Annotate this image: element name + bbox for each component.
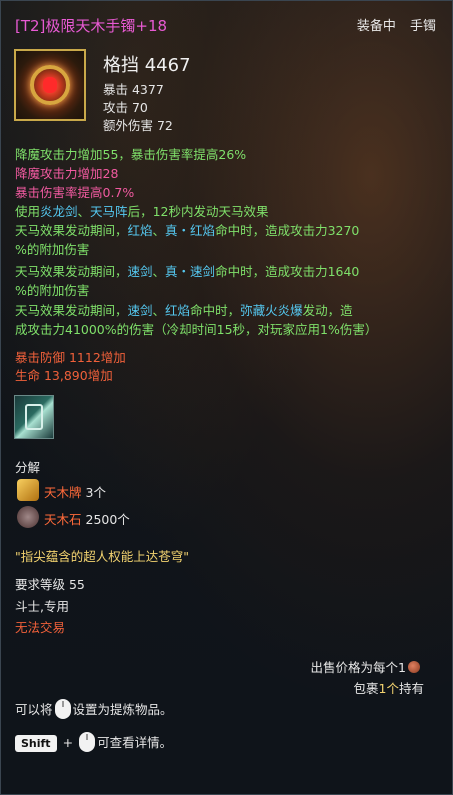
class-requirement: 斗士,专用 (15, 599, 69, 614)
material-1-name[interactable]: 天木牌 (44, 485, 82, 500)
mouse-click-icon (79, 732, 96, 752)
material-1[interactable]: 天木牌 3个 (44, 482, 106, 501)
block-stat: 格挡 4467 (103, 55, 191, 76)
level-requirement: 要求等级 55 (15, 577, 85, 592)
material-2-count: 2500个 (85, 512, 130, 527)
sell-price: 出售价格为每个1 (311, 657, 420, 676)
refine-hint: 可以将 设置为提炼物品。 (15, 699, 173, 719)
bonus-hp: 生命 13,890增加 (15, 368, 113, 383)
material-2-name[interactable]: 天木石 (44, 512, 82, 527)
skill-link-hongyan: 红焰 (127, 223, 153, 238)
bonus-crit-defense: 暴击防御 1112增加 (15, 350, 126, 365)
set-effect-3: 天马效果发动期间，速剑、红焰命中时，弥藏火炎爆发动，造 (15, 303, 353, 318)
bracelet-gem-icon (43, 77, 57, 93)
extra-damage-stat: 额外伤害 72 (103, 118, 173, 133)
effect-line-2: 降魔攻击力增加28 (15, 166, 119, 181)
copper-coin-icon (408, 661, 420, 673)
set-effect-2-cont: %的附加伤害 (15, 283, 90, 298)
tianmu-token-icon (17, 479, 39, 501)
effect-line-3: 暴击伤害率提高0.7% (15, 185, 135, 200)
disassemble-label: 分解 (15, 460, 41, 475)
skill-link-yanlongjian: 炎龙剑 (40, 204, 78, 219)
set-effect-1-cont: %的附加伤害 (15, 242, 90, 257)
skill-link-zhen-hongyan: 真・红焰 (165, 223, 216, 238)
tianmu-stone-icon (17, 506, 39, 528)
skill-link-zhen-sujian: 真・速剑 (165, 264, 216, 279)
crit-stat: 暴击 4377 (103, 82, 164, 97)
set-effect-trigger: 使用炎龙剑、天马阵后，12秒内发动天马效果 (15, 204, 269, 219)
skill-link-hongyan-2: 红焰 (165, 303, 191, 318)
set-effect-2: 天马效果发动期间，速剑、真・速剑命中时，造成攻击力1640 (15, 264, 360, 279)
skill-link-sujian-2: 速剑 (127, 303, 153, 318)
skill-link-sujian: 速剑 (127, 264, 153, 279)
detail-hint: Shift + 可查看详情。 (15, 732, 172, 752)
skill-link-mizang: 弥藏火炎爆 (240, 303, 303, 318)
attack-stat: 攻击 70 (103, 100, 148, 115)
material-1-count: 3个 (85, 485, 106, 500)
set-effect-3-cont: 成攻击力41000%的伤害（冷却时间15秒，对玩家应用1%伤害） (15, 322, 378, 337)
soul-slot-icon[interactable] (14, 395, 54, 439)
bag-count: 包裹1个持有 (353, 681, 424, 696)
set-effect-1: 天马效果发动期间，红焰、真・红焰命中时，造成攻击力3270 (15, 223, 360, 238)
item-tooltip: [T2]极限天木手镯+18 装备中 手镯 格挡 4467 暴击 4377 攻击 … (0, 0, 453, 795)
trade-restriction: 无法交易 (15, 620, 66, 635)
flavor-text: "指尖蕴含的超人权能上达苍穹" (15, 549, 189, 564)
bracelet-icon (14, 49, 86, 121)
equipped-label: 装备中 (356, 19, 396, 34)
slot-label: 手镯 (409, 19, 436, 34)
equip-status: 装备中 手镯 (357, 15, 436, 34)
material-2[interactable]: 天木石 2500个 (44, 509, 130, 528)
mouse-right-click-icon (54, 699, 71, 719)
shift-key-icon: Shift (15, 735, 57, 752)
effect-line-1: 降魔攻击力增加55，暴击伤害率提高26% (15, 147, 247, 162)
item-title: [T2]极限天木手镯+18 (15, 17, 168, 35)
skill-link-tianmazhen: 天马阵 (90, 204, 128, 219)
